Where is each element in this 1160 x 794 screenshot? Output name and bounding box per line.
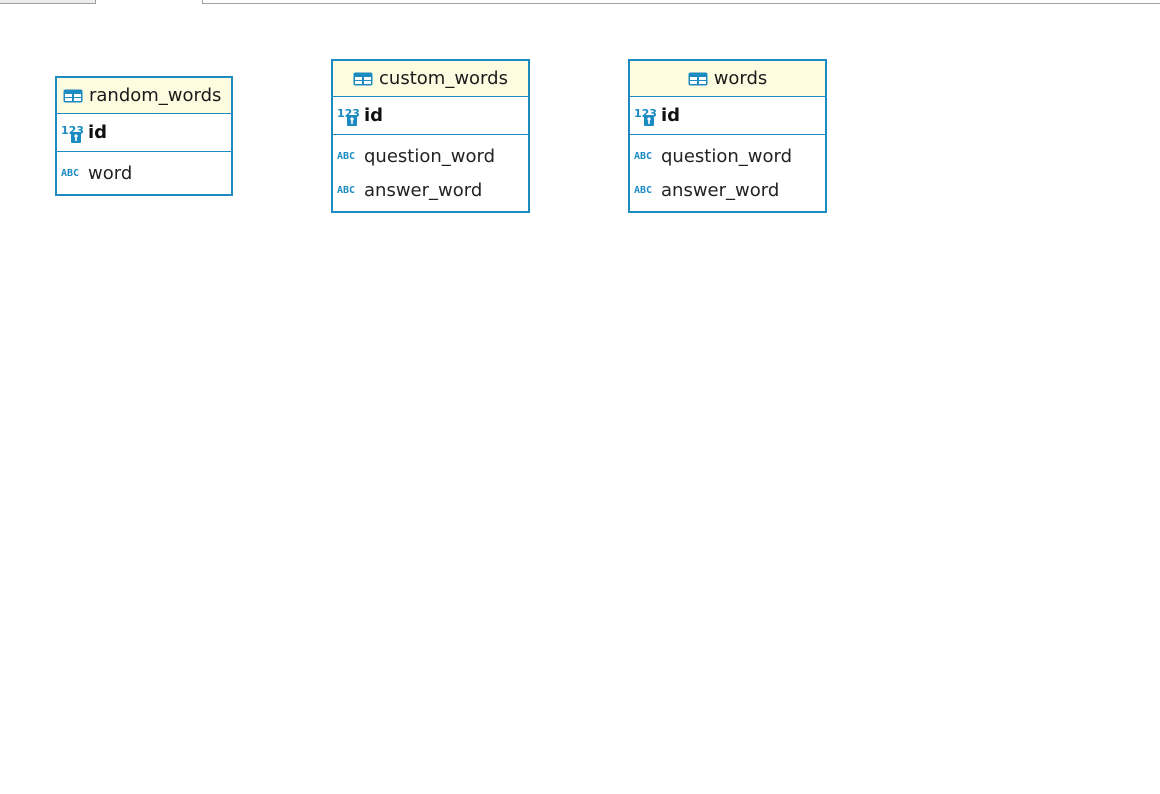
svg-text:ABC: ABC [337,151,355,162]
numeric-key-icon: 123 [337,106,361,126]
column-name: answer_word [661,179,780,201]
editor-tab-inactive[interactable] [0,0,95,4]
editor-tab-strip [0,0,1160,4]
text-column-icon: ABC [634,149,658,163]
table-icon [688,72,708,86]
primary-key-column[interactable]: 123 id [630,97,825,135]
svg-text:ABC: ABC [634,151,652,162]
table-icon [63,89,83,103]
column-name: id [661,105,681,126]
column-name: question_word [661,145,793,167]
text-column-icon: ABC [634,183,658,197]
svg-text:ABC: ABC [61,168,79,179]
column-row[interactable]: ABC answer_word [333,173,528,207]
primary-key-column[interactable]: 123 id [333,97,528,135]
svg-text:ABC: ABC [337,185,355,196]
entity-random-words[interactable]: random_words 123 id ABC word [55,76,233,196]
entity-name: custom_words [379,68,508,89]
column-name: id [88,122,108,143]
entity-name: words [713,68,768,89]
column-row[interactable]: ABC word [57,156,231,190]
table-icon [353,72,373,86]
numeric-key-icon: 123 [634,106,658,126]
column-name: word [88,162,133,184]
text-column-icon: ABC [61,166,85,180]
text-column-icon: ABC [337,183,361,197]
entity-header[interactable]: custom_words [333,61,528,97]
column-row[interactable]: ABC question_word [333,139,528,173]
numeric-key-icon: 123 [61,123,85,143]
entity-words[interactable]: words 123 id ABC question_word ABC answe… [628,59,827,213]
entity-header[interactable]: random_words [57,78,231,114]
column-name: answer_word [364,179,483,201]
tab-strip-rule [202,0,1160,4]
primary-key-column[interactable]: 123 id [57,114,231,152]
svg-text:ABC: ABC [634,185,652,196]
entity-custom-words[interactable]: custom_words 123 id ABC question_word AB… [331,59,530,213]
column-row[interactable]: ABC question_word [630,139,825,173]
entity-header[interactable]: words [630,61,825,97]
text-column-icon: ABC [337,149,361,163]
editor-tab-active[interactable] [95,0,203,4]
column-name: question_word [364,145,496,167]
column-row[interactable]: ABC answer_word [630,173,825,207]
column-name: id [364,105,384,126]
entity-name: random_words [89,85,222,106]
